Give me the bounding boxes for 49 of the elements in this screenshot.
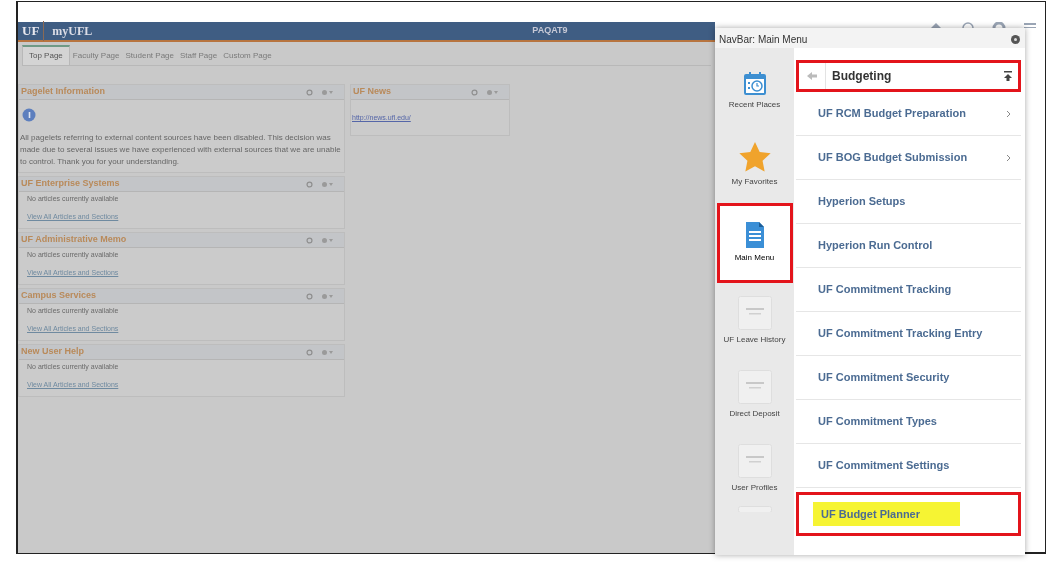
menu-item[interactable]: UF Commitment Settings <box>796 444 1021 488</box>
page-tab[interactable]: Student Page <box>122 47 177 65</box>
page-tab[interactable]: Top Page <box>22 45 70 65</box>
pagelet-title: New User Help <box>21 345 85 359</box>
info-icon <box>22 108 36 122</box>
pagelet-title: Pagelet Information <box>21 85 105 99</box>
refresh-icon[interactable] <box>306 88 313 96</box>
navbar-tile[interactable]: Recent Places <box>719 54 790 128</box>
menu-item[interactable]: UF Budget Planner <box>796 492 1021 536</box>
app-title: myUFL <box>51 23 94 40</box>
menu-item[interactable]: Hyperion Run Control <box>796 224 1021 268</box>
menu-item[interactable]: UF Commitment Security <box>796 356 1021 400</box>
menu-item[interactable]: Hyperion Setups <box>796 180 1021 224</box>
star-icon <box>738 142 771 172</box>
navbar-title: NavBar: Main Menu <box>719 32 808 47</box>
refresh-icon[interactable] <box>306 236 313 244</box>
navbar-tile[interactable]: Direct Deposit <box>719 358 790 432</box>
refresh-icon[interactable] <box>306 180 313 188</box>
settings-icon[interactable] <box>1010 33 1021 45</box>
collapse-icon[interactable] <box>1004 71 1012 81</box>
pagelet-message: All pagelets referring to external content sources have been disabled. This decision was made due to several issues we have experienced with external sources that we are unable to control. Thank you for your understanding. <box>20 132 342 168</box>
navbar-tile[interactable]: Main Menu <box>719 206 790 280</box>
navbar-tile[interactable]: UF Leave History <box>719 284 790 358</box>
pagelet-title: UF Enterprise Systems <box>21 177 120 191</box>
breadcrumb-title: Budgeting <box>832 68 893 85</box>
document-icon <box>745 222 764 248</box>
navbar-tile[interactable]: My Favorites <box>719 128 790 202</box>
navbar-tile[interactable]: User Profiles <box>719 432 790 506</box>
menu-item[interactable]: UF BOG Budget Submission <box>796 136 1021 180</box>
chevron-right-icon <box>1006 153 1011 162</box>
refresh-icon[interactable] <box>306 348 313 356</box>
menu-item[interactable]: UF Commitment Tracking <box>796 268 1021 312</box>
calendar-clock-icon <box>743 71 766 95</box>
menu-item[interactable]: UF Commitment Tracking Entry <box>796 312 1021 356</box>
image-placeholder-icon <box>737 296 772 330</box>
logo: UF <box>18 21 45 41</box>
menu-icon[interactable] <box>1024 22 1036 28</box>
pagelet-title: UF News <box>353 85 391 99</box>
refresh-icon[interactable] <box>306 292 313 300</box>
pagelet-title: Campus Services <box>21 289 97 303</box>
chevron-right-icon <box>1006 109 1011 118</box>
refresh-icon[interactable] <box>471 88 478 96</box>
menu-item[interactable]: UF Commitment Types <box>796 400 1021 444</box>
environment-name: PAQAT9 <box>532 24 568 38</box>
pagelet-title: UF Administrative Memo <box>21 233 127 247</box>
image-placeholder-icon <box>737 370 772 404</box>
image-placeholder-icon <box>737 444 772 478</box>
menu-item[interactable]: UF RCM Budget Preparation <box>796 92 1021 136</box>
back-arrow-icon <box>807 72 817 80</box>
